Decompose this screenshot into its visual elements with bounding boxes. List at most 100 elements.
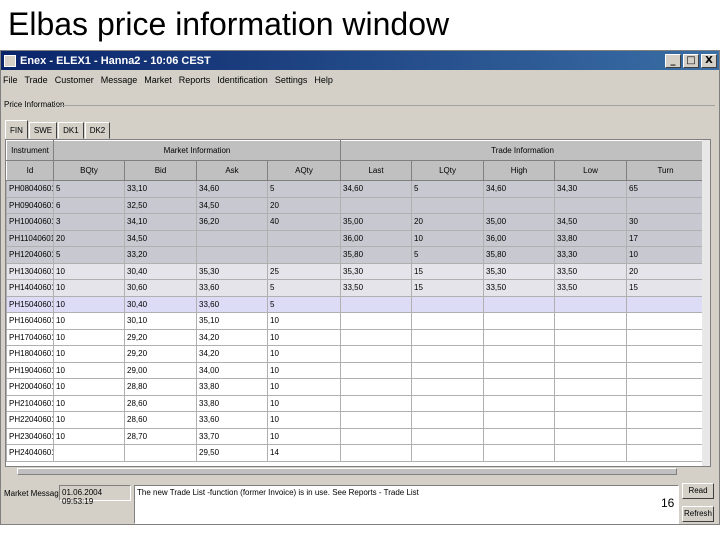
table-cell-low <box>554 411 628 429</box>
table-cell-bqty: 10 <box>53 328 125 346</box>
table-cell-bid: 28,60 <box>124 394 197 412</box>
table-cell-high <box>483 361 556 379</box>
table-cell-turn <box>626 378 706 396</box>
column-header-bid[interactable]: Bid <box>124 160 197 181</box>
table-cell-ask <box>196 229 268 247</box>
market-message-timestamp: 01.06.2004 09:53:19 <box>59 485 131 506</box>
menu-customer[interactable]: Customer <box>55 75 94 85</box>
maximize-icon[interactable]: □ <box>683 53 699 68</box>
table-cell-turn: 15 <box>626 279 706 297</box>
column-header-ask[interactable]: Ask <box>196 160 268 181</box>
tab-swe[interactable]: SWE <box>28 122 58 139</box>
table-cell-aqty: 10 <box>266 427 342 445</box>
table-row[interactable]: PH10040601 3 34,10 36,20 40 35,00 20 35,00 34,50… <box>6 213 706 231</box>
table-cell-bid: 30,40 <box>124 295 197 313</box>
table-cell-ask: 33,60 <box>196 279 268 297</box>
table-cell-id: PH24040601 <box>6 444 54 462</box>
table-row[interactable]: PH19040601 10 29,00 34,00 10 <box>6 361 706 379</box>
table-cell-bid: 30,60 <box>124 279 197 297</box>
table-cell-high: 36,00 <box>483 229 556 247</box>
column-header-low[interactable]: Low <box>554 160 628 181</box>
column-header-bqty[interactable]: BQty <box>53 160 125 181</box>
table-cell-ask: 34,00 <box>196 361 268 379</box>
table-row[interactable]: PH09040601 6 32,50 34,50 20 <box>6 196 706 214</box>
table-cell-aqty: 25 <box>266 262 342 280</box>
menu-settings[interactable]: Settings <box>275 75 308 85</box>
table-cell-low <box>554 361 628 379</box>
table-cell-aqty: 40 <box>266 213 342 231</box>
minimize-icon[interactable]: _ <box>665 53 681 68</box>
table-cell-ask: 34,50 <box>196 196 268 214</box>
table-cell-lqty <box>411 196 485 214</box>
table-row[interactable]: PH21040601 10 28,60 33,80 10 <box>6 394 706 412</box>
column-header-lqty[interactable]: LQty <box>411 160 485 181</box>
table-row[interactable]: PH22040601 10 28,60 33,60 10 <box>6 411 706 429</box>
table-row[interactable]: PH15040601 10 30,40 33,60 5 <box>6 295 706 313</box>
vertical-scrollbar[interactable] <box>702 140 710 466</box>
table-cell-bid: 33,20 <box>124 246 197 264</box>
table-cell-low: 33,80 <box>554 229 628 247</box>
table-cell-lqty <box>411 411 485 429</box>
table-cell-low: 33,50 <box>554 262 628 280</box>
table-cell-id: PH16040601 <box>6 312 54 330</box>
read-button[interactable]: Read <box>682 483 714 499</box>
table-cell-low <box>554 444 628 462</box>
tab-fin[interactable]: FIN <box>5 120 28 139</box>
table-row[interactable]: PH16040601 10 30,10 35,10 10 <box>6 312 706 330</box>
horizontal-scrollbar[interactable] <box>5 467 711 477</box>
close-icon[interactable]: X <box>701 53 717 68</box>
table-cell-lqty <box>411 295 485 313</box>
column-header-high[interactable]: High <box>483 160 556 181</box>
table-row[interactable]: PH12040601 5 33,20 35,80 5 35,80 33,30 10 <box>6 246 706 264</box>
table-cell-last <box>340 378 413 396</box>
table-row[interactable]: PH20040601 10 28,80 33,80 10 <box>6 378 706 396</box>
table-row[interactable]: PH08040601 5 33,10 34,60 5 34,60 5 34,60 34,30 65 <box>6 180 706 198</box>
table-cell-bid: 32,50 <box>124 196 197 214</box>
menu-reports[interactable]: Reports <box>179 75 211 85</box>
table-cell-ask: 33,60 <box>196 295 268 313</box>
table-cell-ask: 33,70 <box>196 427 268 445</box>
table-cell-lqty: 10 <box>411 229 485 247</box>
table-cell-turn: 20 <box>626 262 706 280</box>
table-cell-aqty: 14 <box>266 444 342 462</box>
refresh-button[interactable]: Refresh <box>682 506 714 522</box>
column-header-id[interactable]: Id <box>6 160 54 181</box>
table-cell-high <box>483 394 556 412</box>
menu-trade[interactable]: Trade <box>25 75 48 85</box>
tab-dk2[interactable]: DK2 <box>84 122 111 139</box>
table-cell-bqty: 10 <box>53 411 125 429</box>
menu-help[interactable]: Help <box>314 75 333 85</box>
menu-identification[interactable]: Identification <box>217 75 268 85</box>
table-row[interactable]: PH14040601 10 30,60 33,60 5 33,50 15 33,50 33,50… <box>6 279 706 297</box>
scrollbar-thumb[interactable] <box>17 468 677 475</box>
table-cell-lqty <box>411 394 485 412</box>
menu-market[interactable]: Market <box>144 75 172 85</box>
table-cell-last <box>340 345 413 363</box>
table-row[interactable]: PH11040601 20 34,50 36,00 10 36,00 33,80 17 <box>6 229 706 247</box>
table-row[interactable]: PH13040601 10 30,40 35,30 25 35,30 15 35,30 33,5… <box>6 262 706 280</box>
menu-message[interactable]: Message <box>101 75 138 85</box>
table-cell-lqty <box>411 444 485 462</box>
table-row[interactable]: PH24040601 29,50 14 <box>6 444 706 462</box>
table-cell-aqty: 10 <box>266 394 342 412</box>
column-header-aqty[interactable]: AQty <box>266 160 342 181</box>
menu-file[interactable]: File <box>3 75 18 85</box>
table-cell-id: PH18040601 <box>6 345 54 363</box>
table-row[interactable]: PH23040601 10 28,70 33,70 10 <box>6 427 706 445</box>
table-cell-bid: 34,50 <box>124 229 197 247</box>
table-cell-aqty: 5 <box>266 279 342 297</box>
table-cell-bqty: 10 <box>53 262 125 280</box>
group-divider <box>53 105 715 106</box>
table-cell-bqty: 5 <box>53 180 125 198</box>
column-header-last[interactable]: Last <box>340 160 413 181</box>
table-cell-id: PH19040601 <box>6 361 54 379</box>
table-row[interactable]: PH17040601 10 29,20 34,20 10 <box>6 328 706 346</box>
tab-dk1[interactable]: DK1 <box>58 122 84 139</box>
area-tabs: FIN SWE DK1 DK2 <box>5 120 111 139</box>
table-row[interactable]: PH18040601 10 29,20 34,20 10 <box>6 345 706 363</box>
table-cell-low <box>554 295 628 313</box>
table-cell-aqty <box>266 229 342 247</box>
table-cell-high <box>483 196 556 214</box>
table-cell-lqty: 15 <box>411 262 485 280</box>
column-header-turn[interactable]: Turn <box>626 160 706 181</box>
